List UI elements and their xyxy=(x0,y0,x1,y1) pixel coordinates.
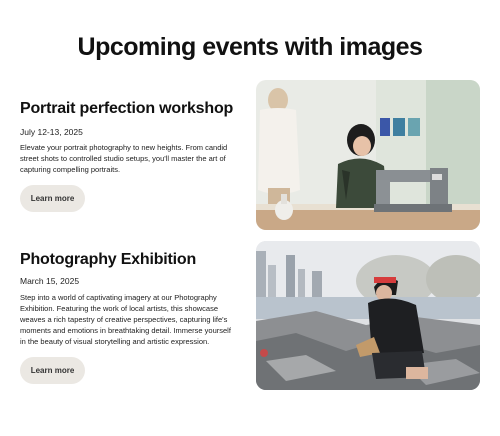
event-title: Photography Exhibition xyxy=(20,251,197,268)
event-date: March 15, 2025 xyxy=(20,276,80,286)
description-line: in the beauty of visual storytelling and… xyxy=(20,337,210,346)
description-line: moments and emotions in breathtaking det… xyxy=(20,326,231,335)
event-card-photography-exhibition: Photography Exhibition March 15, 2025 St… xyxy=(20,241,480,390)
photo-woman-reading-on-rocks-icon xyxy=(256,241,480,390)
description-line: Step into a world of captivating imagery… xyxy=(20,293,217,302)
event-title: Portrait perfection workshop xyxy=(20,100,234,117)
learn-more-button[interactable]: Learn more xyxy=(20,357,85,384)
event-date: July 12-13, 2025 xyxy=(20,127,83,137)
event-card-portrait-workshop: Portrait perfection workshop July 12-13,… xyxy=(20,80,480,230)
description-line: street shots to controlled studio setups… xyxy=(20,154,226,163)
page-title: Upcoming events with images xyxy=(77,33,423,61)
description-line: capturing compelling portraits. xyxy=(20,165,121,174)
learn-more-button[interactable]: Learn more xyxy=(20,185,85,212)
description-line: Exhibition. Featuring the work of local … xyxy=(20,304,219,313)
description-line: weaves a rich tapestry of creative persp… xyxy=(20,315,228,324)
event-description: Elevate your portrait photography to new… xyxy=(20,142,250,175)
description-line: Elevate your portrait photography to new… xyxy=(20,143,228,152)
photo-woman-sewing-machine-icon xyxy=(256,80,480,230)
event-description: Step into a world of captivating imagery… xyxy=(20,292,250,347)
